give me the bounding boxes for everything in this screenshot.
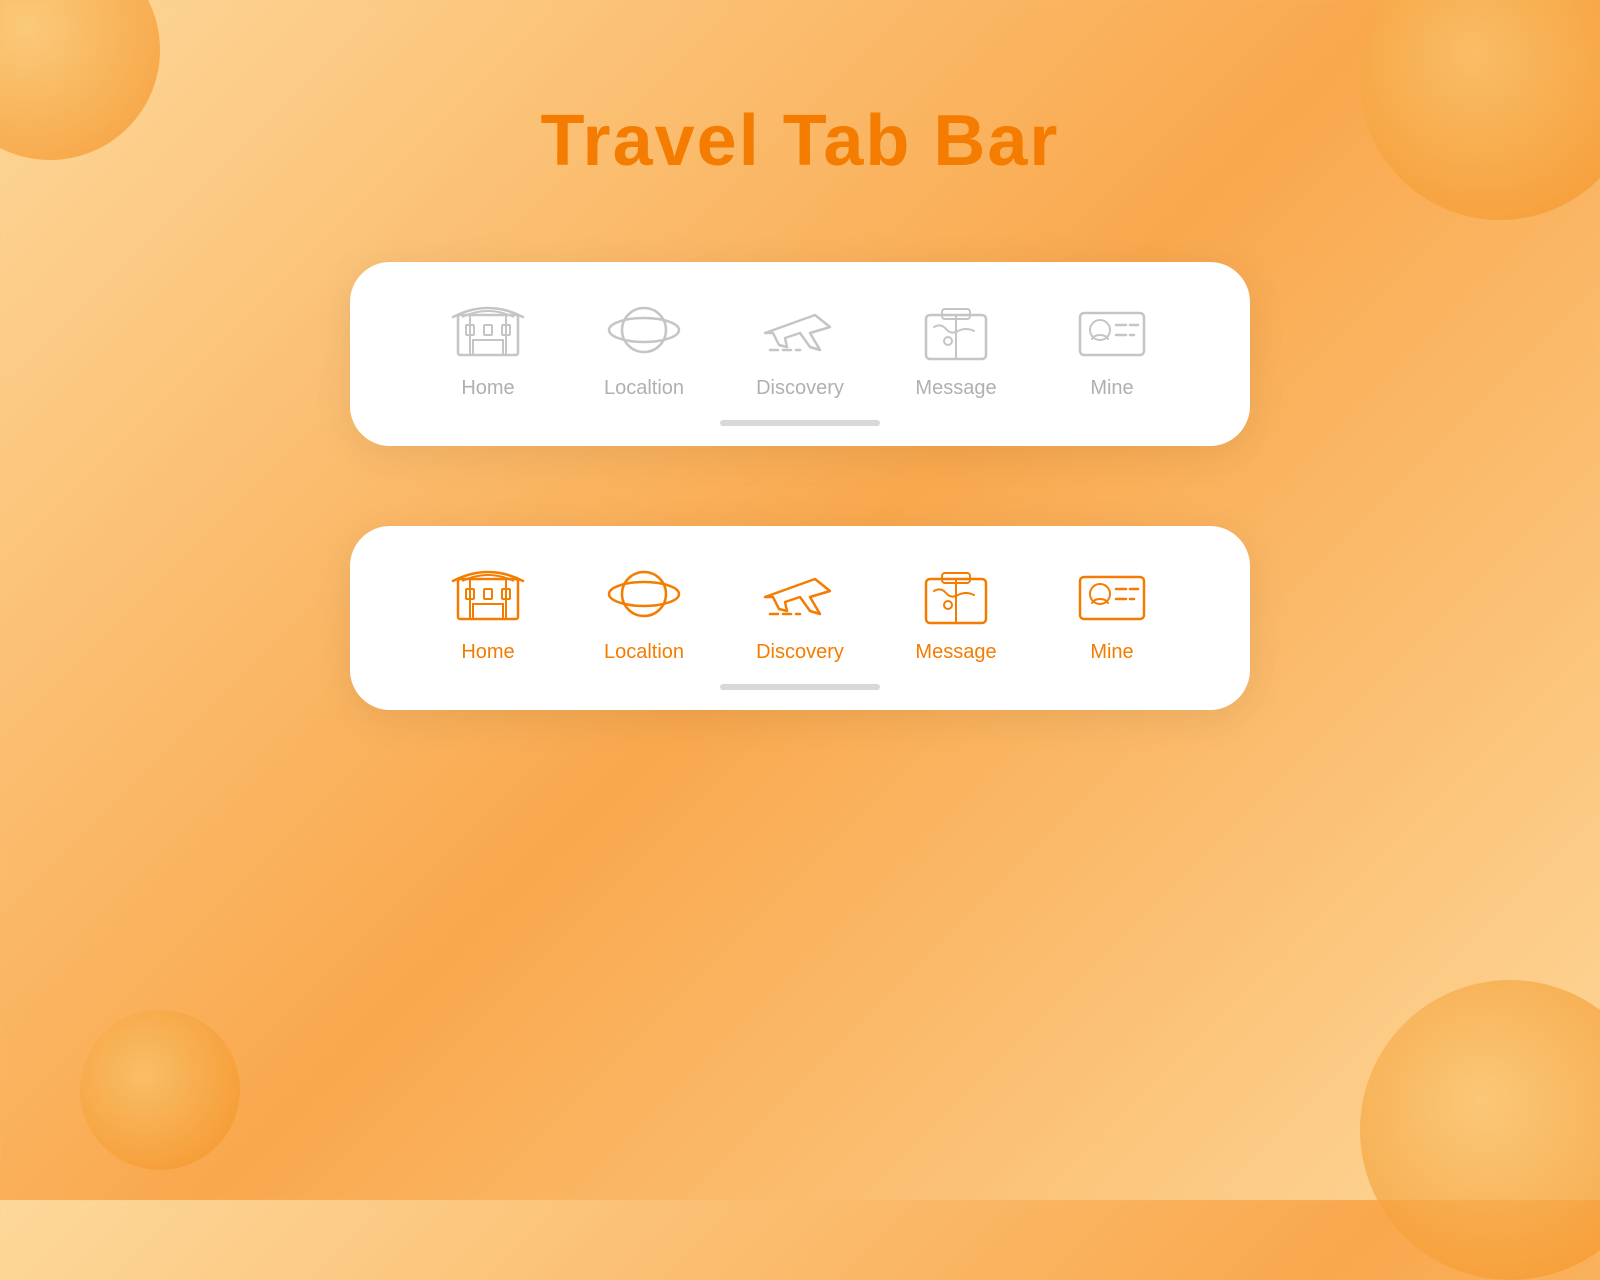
- active-tab-bar: Home Localtion: [350, 526, 1250, 710]
- tab-location-active-label: Localtion: [604, 641, 684, 664]
- decorative-circle-bottom-left: [80, 1010, 240, 1170]
- inactive-tab-bar: Home Localtion: [350, 262, 1250, 446]
- message-icon: [911, 292, 1001, 367]
- tab-location-active[interactable]: Localtion: [566, 556, 722, 664]
- home-icon: [443, 292, 533, 367]
- tab-discovery-active[interactable]: Discovery: [722, 556, 878, 664]
- tab-discovery-inactive[interactable]: Discovery: [722, 292, 878, 400]
- tab-mine-active-label: Mine: [1090, 641, 1133, 664]
- tab-mine-inactive-label: Mine: [1090, 377, 1133, 400]
- discovery-icon-active: [755, 556, 845, 631]
- home-icon-active: [443, 556, 533, 631]
- tab-discovery-inactive-label: Discovery: [756, 377, 844, 400]
- active-tab-items: Home Localtion: [410, 556, 1190, 680]
- tab-message-inactive[interactable]: Message: [878, 292, 1034, 400]
- mine-icon-active: [1067, 556, 1157, 631]
- mine-icon: [1067, 292, 1157, 367]
- tab-mine-inactive[interactable]: Mine: [1034, 292, 1190, 400]
- message-icon-active: [911, 556, 1001, 631]
- tab-home-active-label: Home: [461, 641, 514, 664]
- tab-message-active-label: Message: [915, 641, 996, 664]
- tab-message-inactive-label: Message: [915, 377, 996, 400]
- decorative-circle-top-right: [1360, 0, 1600, 220]
- location-icon: [599, 292, 689, 367]
- tab-location-inactive[interactable]: Localtion: [566, 292, 722, 400]
- inactive-tab-items: Home Localtion: [410, 292, 1190, 416]
- tab-discovery-active-label: Discovery: [756, 641, 844, 664]
- tab-location-inactive-label: Localtion: [604, 377, 684, 400]
- tab-home-inactive[interactable]: Home: [410, 292, 566, 400]
- decorative-circle-bottom-right: [1360, 980, 1600, 1280]
- tab-home-active[interactable]: Home: [410, 556, 566, 664]
- tab-indicator-active: [720, 684, 880, 690]
- tab-mine-active[interactable]: Mine: [1034, 556, 1190, 664]
- tab-message-active[interactable]: Message: [878, 556, 1034, 664]
- tab-home-inactive-label: Home: [461, 377, 514, 400]
- tab-indicator-inactive: [720, 420, 880, 426]
- tab-bars-container: Home Localtion: [0, 262, 1600, 710]
- discovery-icon-inactive: [755, 292, 845, 367]
- location-icon-active: [599, 556, 689, 631]
